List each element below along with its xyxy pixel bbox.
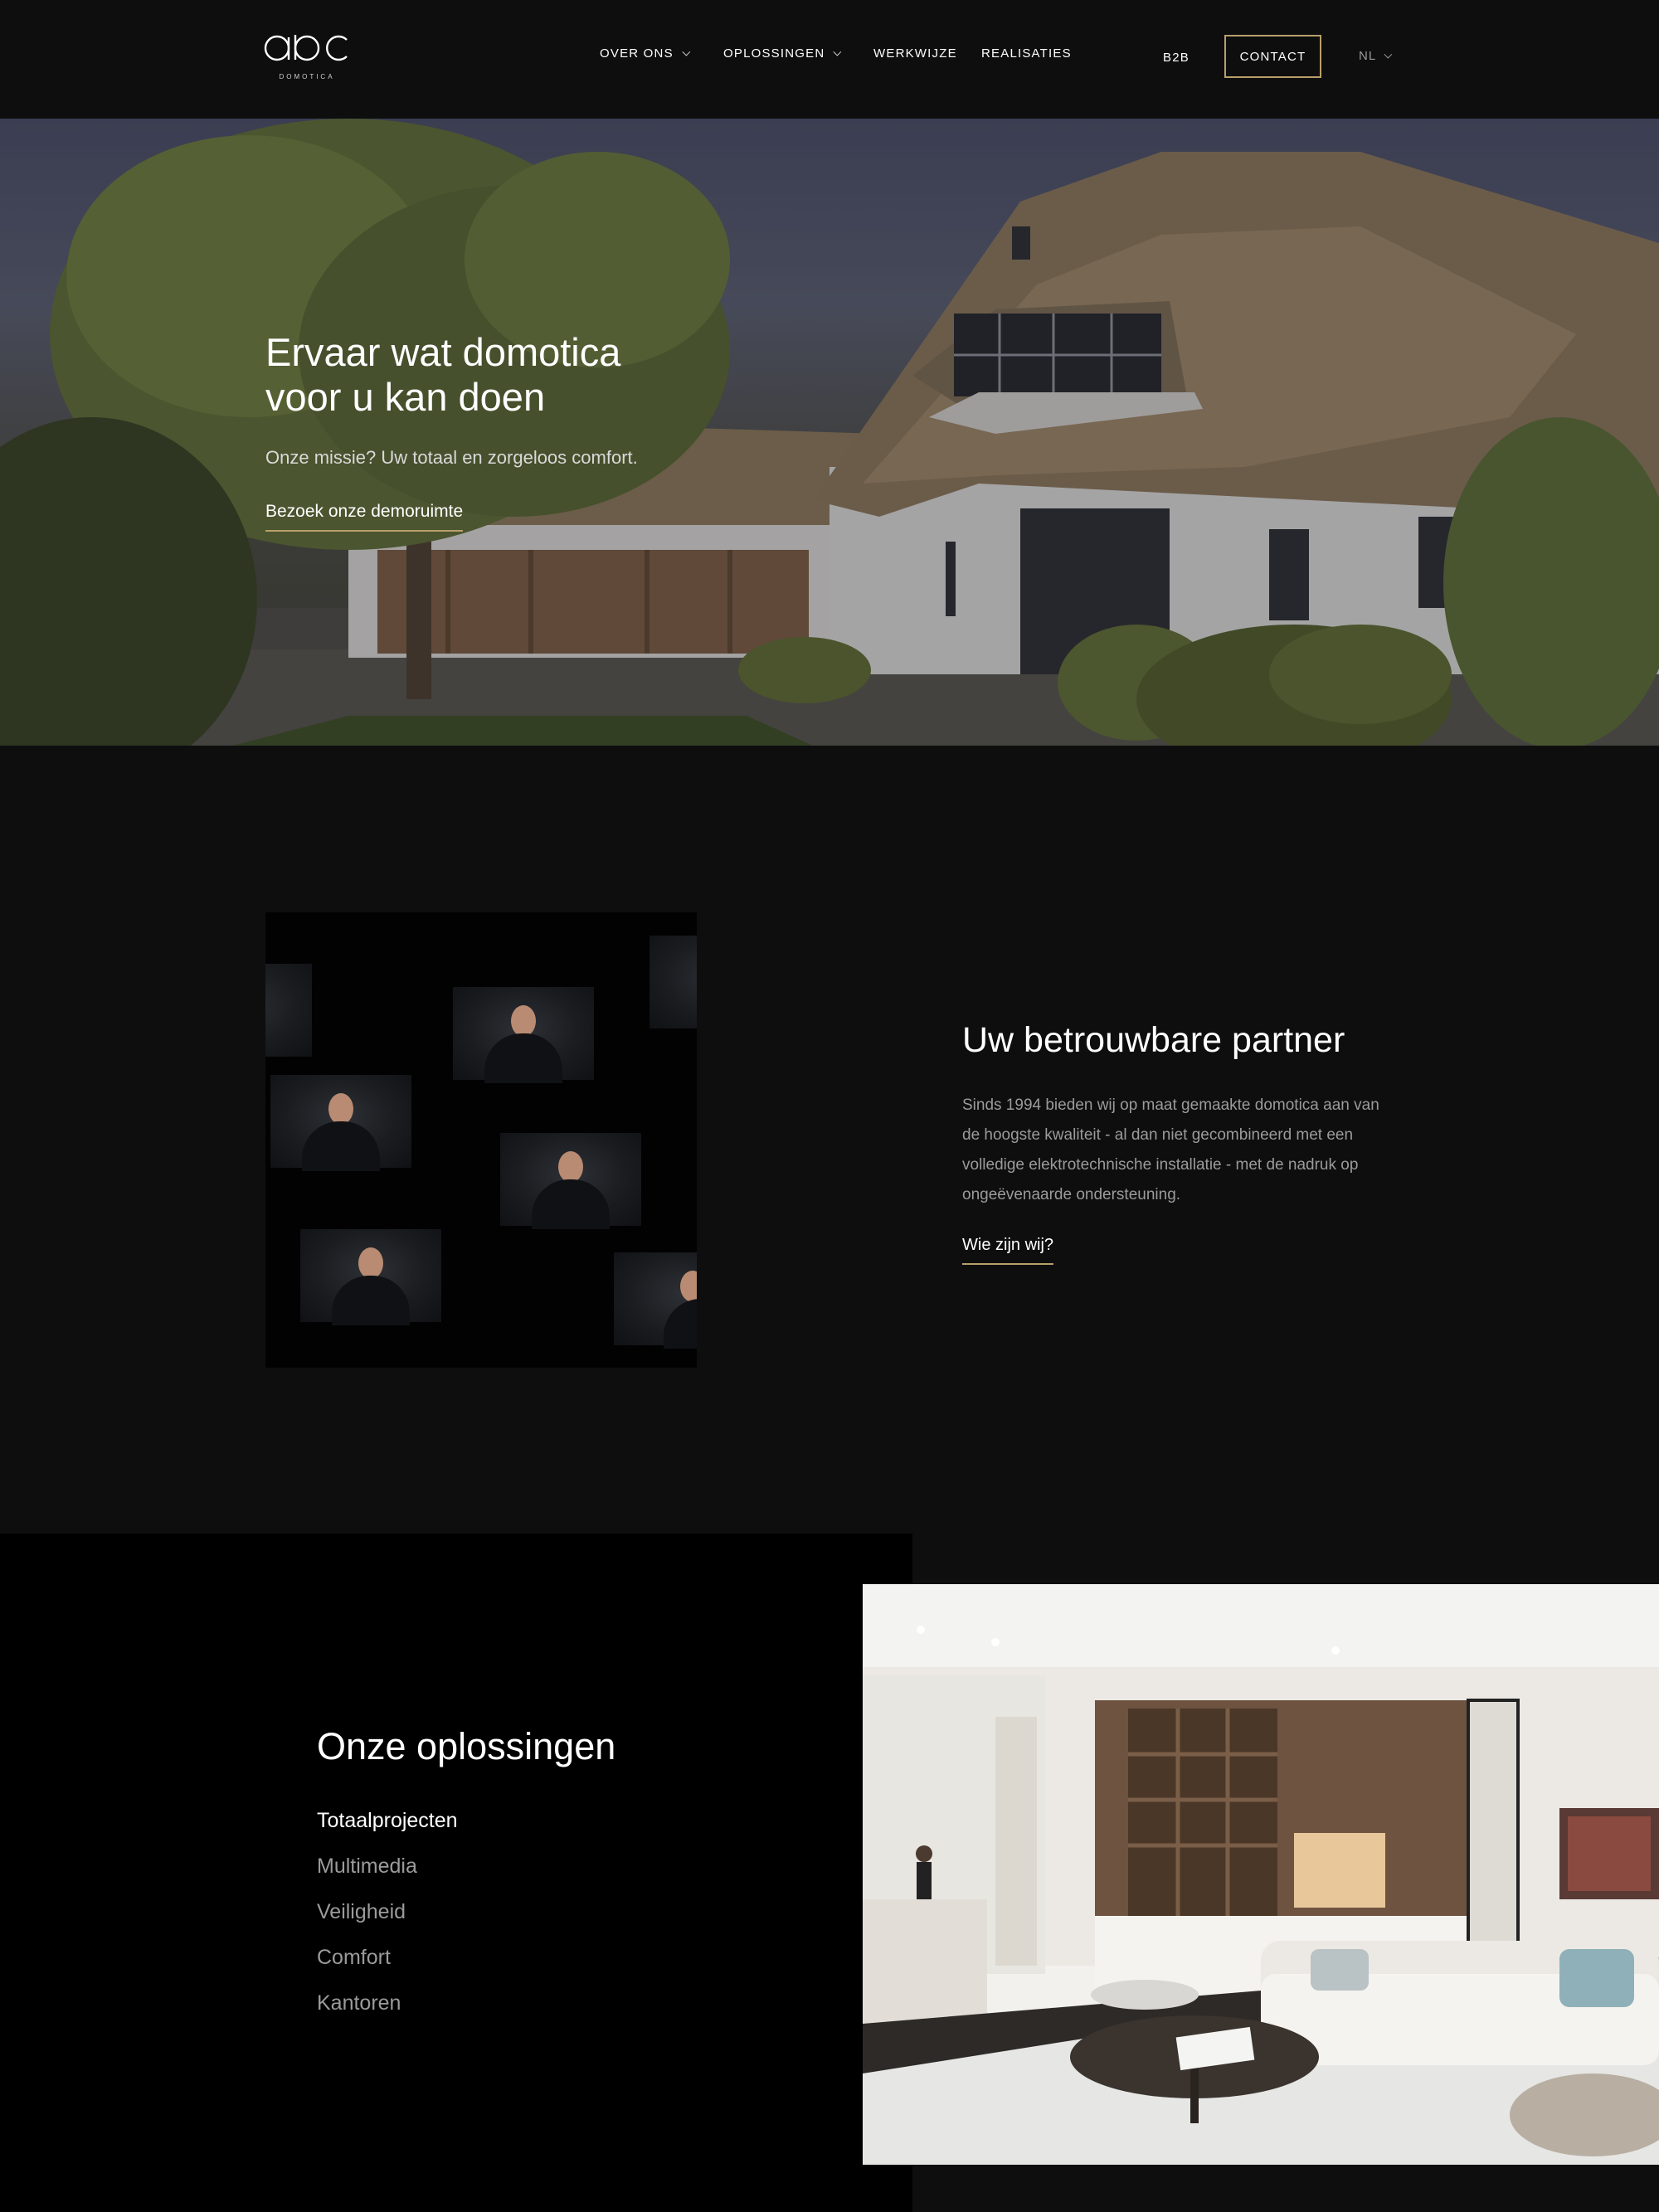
nav-realisaties-label: REALISATIES — [981, 46, 1072, 61]
nav-werkwijze-label: WERKWIJZE — [873, 46, 957, 61]
logo-subtitle: DOMOTICA — [279, 73, 335, 80]
team-portrait — [453, 987, 594, 1083]
team-portrait — [300, 1229, 441, 1325]
chevron-down-icon — [833, 47, 842, 56]
nav-b2b[interactable]: B2B — [1163, 51, 1190, 65]
living-room-image — [863, 1584, 1659, 2165]
about-us-link[interactable]: Wie zijn wij? — [962, 1236, 1054, 1265]
chevron-down-icon — [682, 47, 691, 56]
language-selector[interactable]: NL — [1359, 49, 1393, 63]
nav-werkwijze[interactable]: WERKWIJZE — [873, 46, 957, 61]
hero-section: Ervaar wat domotica voor u kan doen Onze … — [0, 119, 1659, 746]
nav-over-ons[interactable]: OVER ONS — [600, 46, 691, 61]
solution-item-comfort[interactable]: Comfort — [317, 1946, 391, 1970]
solution-item-multimedia[interactable]: Multimedia — [317, 1855, 417, 1879]
team-photo — [265, 912, 697, 1368]
solution-item-kantoren[interactable]: Kantoren — [317, 1991, 401, 2015]
brand-logo[interactable]: DOMOTICA — [264, 33, 350, 83]
site-header: DOMOTICA OVER ONS OPLOSSINGEN WERKWIJZE … — [0, 0, 1659, 119]
team-portrait — [270, 1075, 411, 1171]
chevron-down-icon — [1384, 50, 1393, 59]
partner-description: Sinds 1994 bieden wij op maat gemaakte d… — [962, 1096, 1379, 1203]
partner-title: Uw betrouwbare partner — [962, 1020, 1345, 1060]
nav-over-ons-label: OVER ONS — [600, 46, 674, 61]
abc-logo-mark — [264, 35, 348, 61]
solution-item-totaalprojecten[interactable]: Totaalprojecten — [317, 1809, 458, 1833]
hero-house-image — [0, 119, 1659, 746]
team-portrait — [500, 1133, 641, 1229]
team-portrait — [614, 1252, 697, 1349]
language-label: NL — [1359, 49, 1377, 63]
team-portrait — [265, 964, 312, 1057]
nav-oplossingen-label: OPLOSSINGEN — [723, 46, 825, 61]
solution-item-veiligheid[interactable]: Veiligheid — [317, 1900, 406, 1924]
solutions-title: Onze oplossingen — [317, 1725, 616, 1767]
hero-subtitle: Onze missie? Uw totaal en zorgeloos comf… — [265, 447, 638, 468]
contact-button[interactable]: CONTACT — [1224, 35, 1321, 78]
nav-realisaties[interactable]: REALISATIES — [981, 46, 1072, 61]
interior-photo — [863, 1584, 1659, 2165]
team-portrait — [649, 936, 697, 1028]
visit-demo-room-link[interactable]: Bezoek onze demoruimte — [265, 502, 464, 532]
solutions-panel — [0, 1534, 912, 2212]
hero-title: Ervaar wat domotica voor u kan doen — [265, 330, 621, 419]
nav-oplossingen[interactable]: OPLOSSINGEN — [723, 46, 842, 61]
